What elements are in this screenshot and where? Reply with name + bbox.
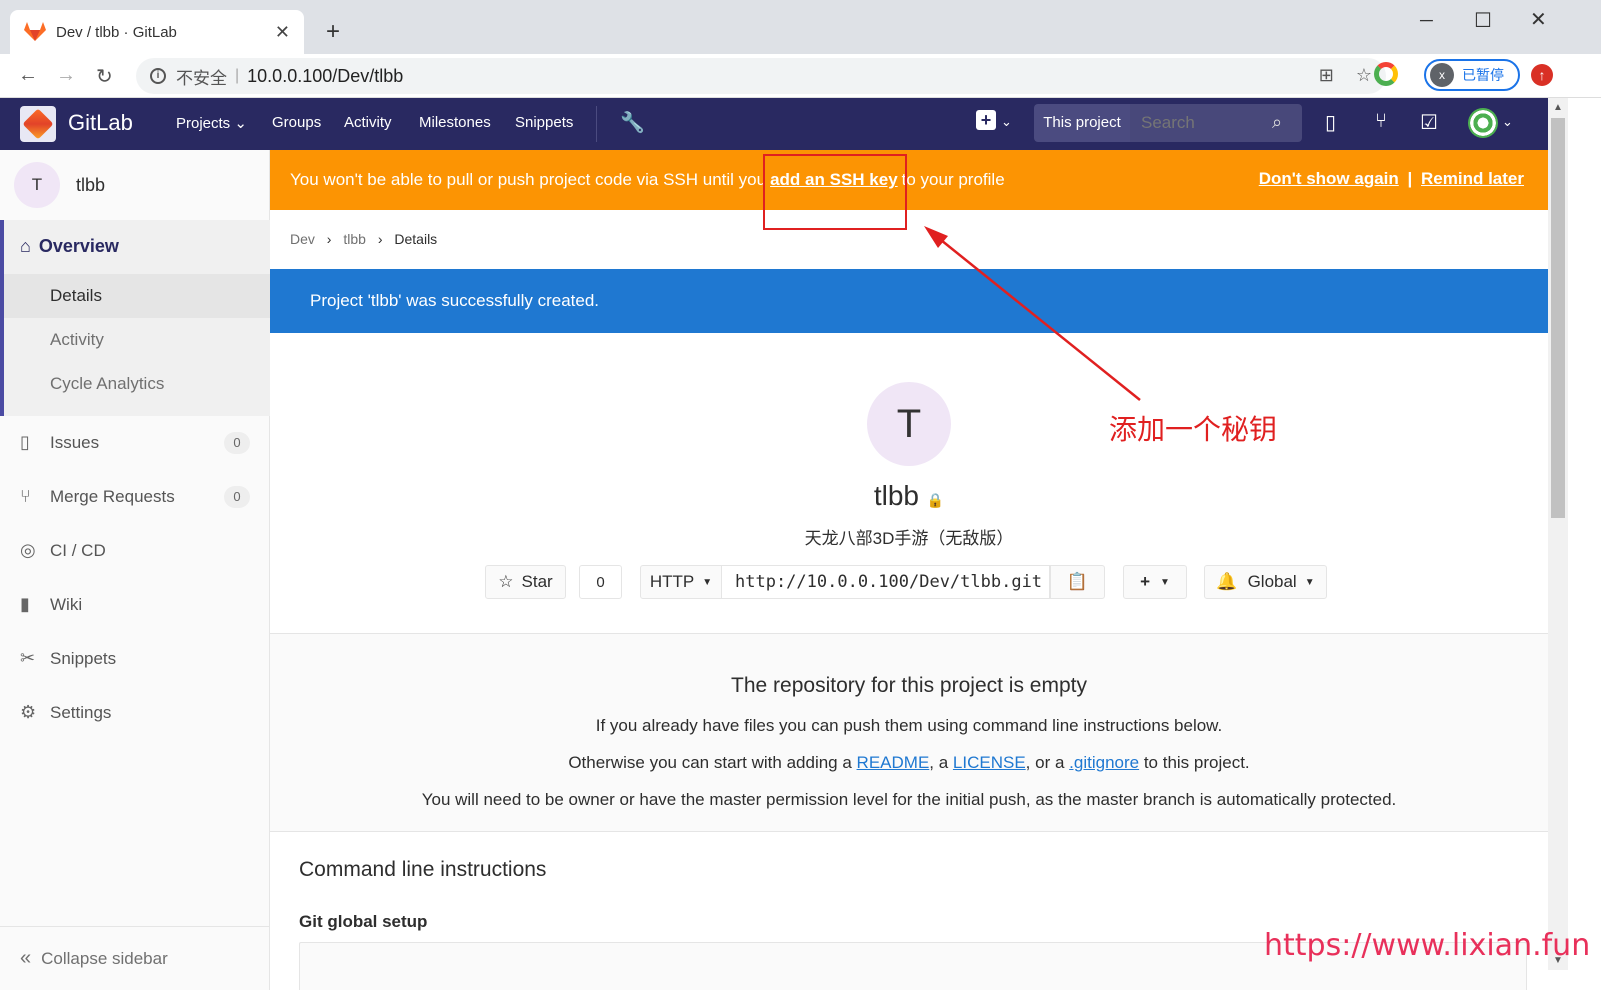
- watermark-text: https://www.lixian.fun: [1264, 928, 1591, 963]
- annotation-note: 添加一个秘钥: [1109, 413, 1278, 446]
- annotation-arrow: [924, 226, 1141, 401]
